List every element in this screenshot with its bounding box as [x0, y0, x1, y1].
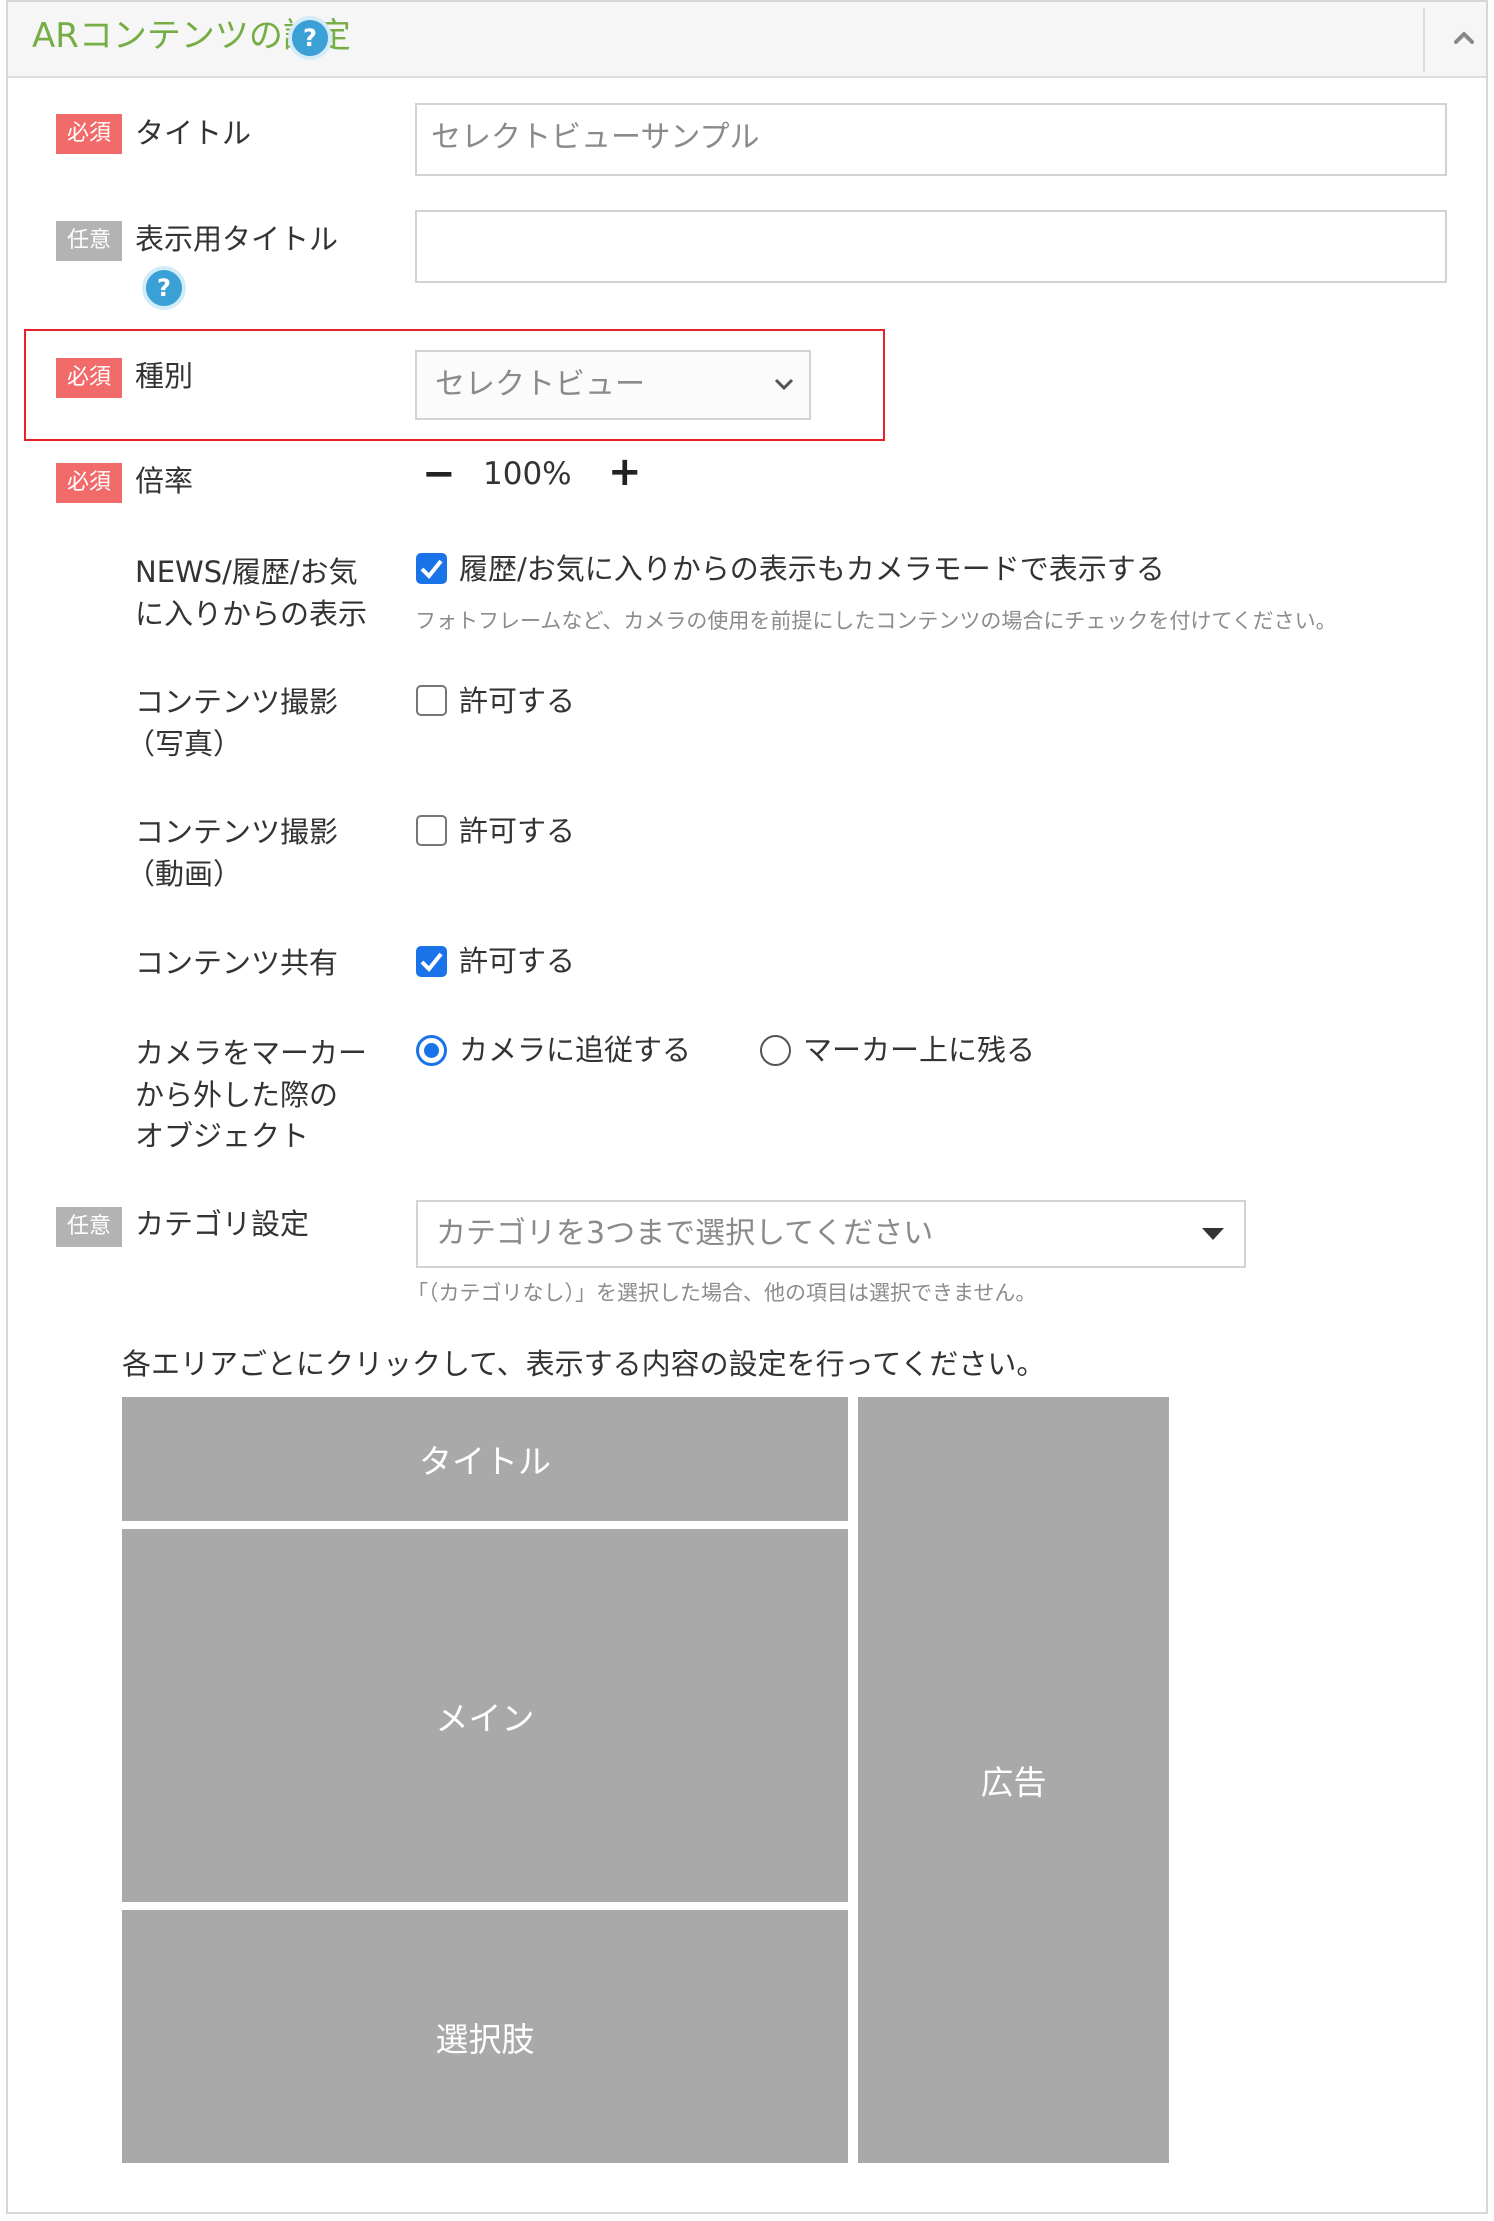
display-title-input[interactable] — [415, 210, 1447, 283]
optional-badge: 任意 — [56, 221, 122, 261]
title-label: タイトル — [135, 116, 252, 150]
chevron-up-icon[interactable] — [1446, 20, 1482, 56]
category-hint: 「（カテゴリなし）」を選択した場合、他の項目は選択できません。 — [407, 1281, 1037, 1305]
panel-header[interactable]: ARコンテンツの設定 ? — [8, 2, 1486, 78]
header-divider — [1423, 8, 1425, 72]
help-icon[interactable]: ? — [142, 266, 186, 310]
radio-stay-on-marker-label[interactable]: マーカー上に残る — [803, 1029, 1035, 1071]
scale-label: 倍率 — [135, 464, 194, 498]
video-capture-label-line2: （動画） — [126, 857, 243, 891]
layout-area-ad[interactable]: 広告 — [858, 1397, 1169, 2163]
type-label: 種別 — [135, 359, 194, 393]
news-history-hint: フォトフレームなど、カメラの使用を前提にしたコンテンツの場合にチェックを付けてく… — [415, 609, 1337, 633]
photo-capture-checkbox[interactable] — [416, 685, 447, 716]
chevron-down-icon — [774, 378, 794, 391]
check-icon — [420, 952, 443, 972]
category-select[interactable]: カテゴリを3つまで選択してください — [416, 1200, 1246, 1268]
photo-capture-option[interactable]: 許可する — [459, 680, 575, 722]
optional-badge: 任意 — [56, 1207, 122, 1247]
help-icon[interactable]: ? — [288, 16, 332, 60]
check-icon — [420, 559, 443, 579]
category-select-placeholder: カテゴリを3つまで選択してください — [436, 1216, 934, 1251]
minus-button[interactable]: − — [422, 454, 456, 494]
required-badge: 必須 — [56, 463, 122, 503]
type-select-value: セレクトビュー — [435, 367, 645, 402]
plus-button[interactable]: + — [608, 452, 642, 492]
layout-area-title[interactable]: タイトル — [122, 1397, 848, 1521]
display-title-label: 表示用タイトル — [135, 222, 339, 256]
caret-down-icon — [1202, 1228, 1224, 1240]
video-capture-label-line1: コンテンツ撮影 — [135, 815, 339, 849]
marker-behavior-label-line1: カメラをマーカー — [135, 1036, 368, 1070]
share-checkbox[interactable] — [416, 946, 447, 977]
news-history-option[interactable]: 履歴/お気に入りからの表示もカメラモードで表示する — [459, 548, 1165, 590]
share-label: コンテンツ共有 — [135, 946, 339, 980]
required-badge: 必須 — [56, 358, 122, 398]
video-capture-checkbox[interactable] — [416, 815, 447, 846]
required-badge: 必須 — [56, 114, 122, 154]
layout-instruction: 各エリアごとにクリックして、表示する内容の設定を行ってください。 — [122, 1347, 1046, 1381]
radio-stay-on-marker[interactable] — [760, 1035, 791, 1066]
photo-capture-label-line1: コンテンツ撮影 — [135, 685, 339, 719]
title-input[interactable]: セレクトビューサンプル — [415, 103, 1447, 176]
news-history-label-line2: に入りからの表示 — [135, 597, 368, 631]
layout-area-main[interactable]: メイン — [122, 1529, 848, 1902]
radio-follow-camera-label[interactable]: カメラに追従する — [459, 1029, 691, 1071]
photo-capture-label-line2: （写真） — [126, 727, 243, 761]
type-select[interactable]: セレクトビュー — [415, 350, 811, 420]
scale-value: 100% — [483, 456, 572, 492]
video-capture-option[interactable]: 許可する — [459, 810, 575, 852]
news-history-checkbox[interactable] — [416, 553, 447, 584]
radio-follow-camera[interactable] — [416, 1035, 447, 1066]
share-option[interactable]: 許可する — [459, 940, 575, 982]
category-label: カテゴリ設定 — [135, 1207, 310, 1241]
marker-behavior-label-line2: から外した際の — [135, 1078, 339, 1112]
news-history-label-line1: NEWS/履歴/お気 — [135, 555, 358, 589]
marker-behavior-label-line3: オブジェクト — [135, 1119, 310, 1153]
layout-area-choices[interactable]: 選択肢 — [122, 1910, 848, 2163]
